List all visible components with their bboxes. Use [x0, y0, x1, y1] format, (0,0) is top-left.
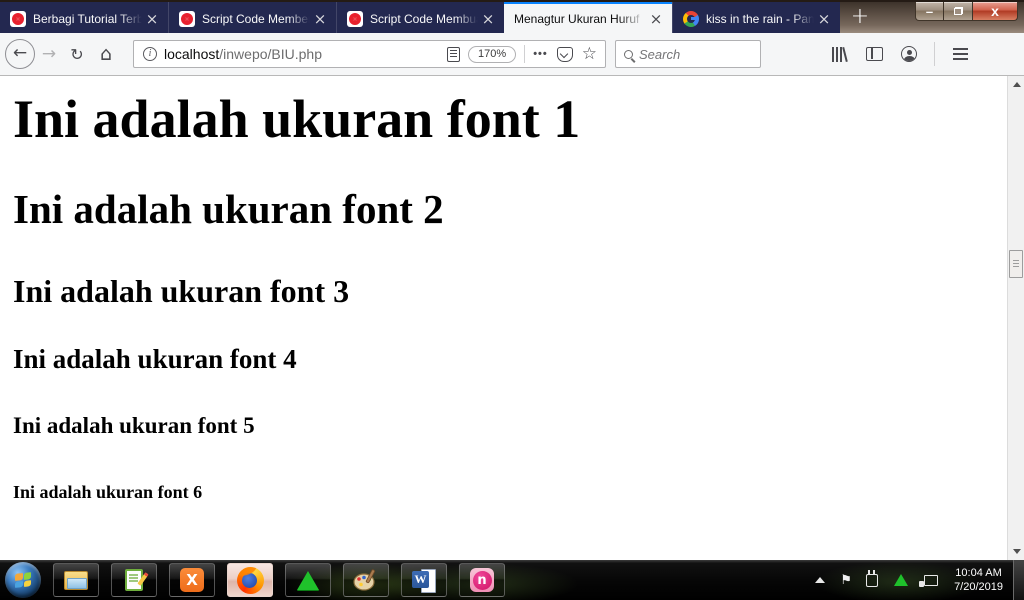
minimize-button[interactable]: – — [915, 2, 944, 21]
arrow-down-icon — [1013, 549, 1021, 554]
forward-button: → — [35, 44, 63, 64]
scroll-up-button[interactable] — [1008, 76, 1024, 93]
bookmark-star-icon[interactable]: ☆ — [582, 44, 597, 64]
scrollbar-thumb[interactable] — [1009, 250, 1023, 278]
tab-strip: Berbagi Tutorial Terb × Script Code Memb… — [0, 2, 840, 35]
library-icon[interactable] — [832, 47, 848, 62]
windows-taskbar: X W n — [0, 560, 1024, 600]
divider — [524, 45, 525, 63]
vertical-scrollbar[interactable] — [1007, 76, 1024, 560]
heading-font-3: Ini adalah ukuran font 3 — [13, 273, 1024, 310]
sidebar-toggle-icon[interactable] — [866, 47, 883, 61]
green-triangle-tray-icon[interactable] — [894, 574, 908, 586]
scroll-down-button[interactable] — [1008, 543, 1024, 560]
heading-font-1: Ini adalah ukuran font 1 — [13, 88, 1024, 150]
taskbar-green-triangle-app[interactable] — [285, 563, 331, 597]
zoom-level-button[interactable]: 170% — [468, 46, 516, 63]
url-text[interactable]: localhost/inwepo/BIU.php — [164, 46, 439, 62]
page-content: Ini adalah ukuran font 1 Ini adalah ukur… — [0, 76, 1024, 560]
back-button[interactable]: ← — [5, 39, 35, 69]
inwepo-favicon — [179, 11, 195, 27]
heading-font-2: Ini adalah ukuran font 2 — [13, 186, 1024, 233]
close-window-button[interactable]: x — [973, 2, 1018, 21]
tab-title: Script Code Membua — [370, 12, 480, 26]
window-controls: – x — [915, 2, 1018, 21]
reload-button[interactable]: ↻ — [63, 45, 91, 64]
taskbar-xampp[interactable]: X — [169, 563, 215, 597]
heading-font-6: Ini adalah ukuran font 6 — [13, 482, 1024, 503]
tab-script-code-member[interactable]: Script Code Member × — [168, 2, 336, 35]
taskbar-firefox-active[interactable] — [227, 563, 273, 597]
ms-word-icon: W — [412, 569, 436, 591]
taskbar-ms-word[interactable]: W — [401, 563, 447, 597]
search-input[interactable] — [639, 47, 760, 62]
clock-time: 10:04 AM — [954, 566, 1003, 580]
pocket-icon[interactable] — [557, 47, 573, 62]
action-center-flag-icon[interactable]: ⚑ — [840, 573, 852, 588]
start-button[interactable] — [5, 562, 41, 598]
tab-title: Script Code Member — [202, 12, 312, 26]
xampp-icon: X — [180, 568, 204, 592]
n-app-icon: n — [470, 568, 494, 592]
green-triangle-app-icon — [297, 571, 319, 590]
close-tab-icon[interactable]: × — [144, 11, 160, 27]
site-info-icon[interactable]: i — [143, 47, 157, 61]
tab-berbagi-tutorial[interactable]: Berbagi Tutorial Terb × — [0, 2, 168, 35]
close-tab-icon[interactable]: × — [816, 11, 832, 27]
restore-icon — [954, 7, 963, 15]
navigation-toolbar: ← → ↻ ⌂ i localhost/inwepo/BIU.php 170% … — [0, 33, 1024, 76]
show-hidden-icons-button[interactable] — [815, 577, 825, 583]
google-favicon — [683, 11, 699, 27]
hamburger-menu-icon[interactable] — [953, 48, 968, 60]
taskbar-clock[interactable]: 10:04 AM 7/20/2019 — [954, 566, 1003, 594]
heading-font-5: Ini adalah ukuran font 5 — [13, 413, 1024, 439]
tab-title: Menagtur Ukuran Huruf — [514, 12, 648, 26]
tab-title: kiss in the rain - Pany — [706, 12, 816, 26]
heading-font-4: Ini adalah ukuran font 4 — [13, 344, 1024, 375]
reader-mode-icon[interactable] — [447, 47, 460, 62]
search-bar[interactable] — [615, 40, 761, 68]
inwepo-favicon — [347, 11, 363, 27]
tab-kiss-in-the-rain[interactable]: kiss in the rain - Pany × — [672, 2, 840, 35]
account-icon[interactable] — [901, 46, 917, 62]
close-tab-icon[interactable]: × — [480, 11, 496, 27]
toolbar-right-icons — [823, 42, 978, 66]
inwepo-favicon — [10, 11, 26, 27]
tab-menagtur-ukuran-huruf-active[interactable]: Menagtur Ukuran Huruf × — [504, 2, 672, 35]
system-tray: ⚑ 10:04 AM 7/20/2019 — [806, 560, 1024, 600]
close-tab-icon[interactable]: × — [648, 11, 664, 27]
network-icon[interactable] — [924, 575, 938, 586]
power-plug-icon[interactable] — [866, 574, 878, 587]
n-app-glyph: n — [473, 571, 492, 590]
taskbar-n-app[interactable]: n — [459, 563, 505, 597]
url-host: localhost — [164, 46, 219, 62]
desktop-screen: Berbagi Tutorial Terb × Script Code Memb… — [0, 0, 1024, 600]
page-actions-icon[interactable]: ••• — [533, 48, 548, 60]
show-desktop-button[interactable] — [1013, 560, 1024, 600]
arrow-up-icon — [1013, 82, 1021, 87]
paint-palette-icon — [353, 568, 379, 592]
close-tab-icon[interactable]: × — [312, 11, 328, 27]
word-w-glyph: W — [412, 571, 429, 588]
url-bar[interactable]: i localhost/inwepo/BIU.php 170% ••• ☆ — [133, 40, 606, 68]
notepad-plus-plus-icon — [125, 569, 143, 591]
clock-date: 7/20/2019 — [954, 580, 1003, 594]
new-tab-button[interactable]: + — [846, 4, 874, 32]
firefox-icon — [237, 567, 264, 594]
tab-title: Berbagi Tutorial Terb — [33, 12, 144, 26]
taskbar-paint-app[interactable] — [343, 563, 389, 597]
windows-logo-icon — [15, 572, 31, 588]
tab-script-code-membua[interactable]: Script Code Membua × — [336, 2, 504, 35]
search-icon — [624, 50, 633, 59]
window-titlebar: Berbagi Tutorial Terb × Script Code Memb… — [0, 0, 1024, 33]
divider — [934, 42, 935, 66]
url-path: /inwepo/BIU.php — [219, 46, 322, 62]
home-button[interactable]: ⌂ — [91, 43, 121, 65]
file-explorer-icon — [64, 571, 88, 590]
restore-button[interactable] — [944, 2, 973, 21]
taskbar-file-explorer[interactable] — [53, 563, 99, 597]
taskbar-notepad-plus-plus[interactable] — [111, 563, 157, 597]
